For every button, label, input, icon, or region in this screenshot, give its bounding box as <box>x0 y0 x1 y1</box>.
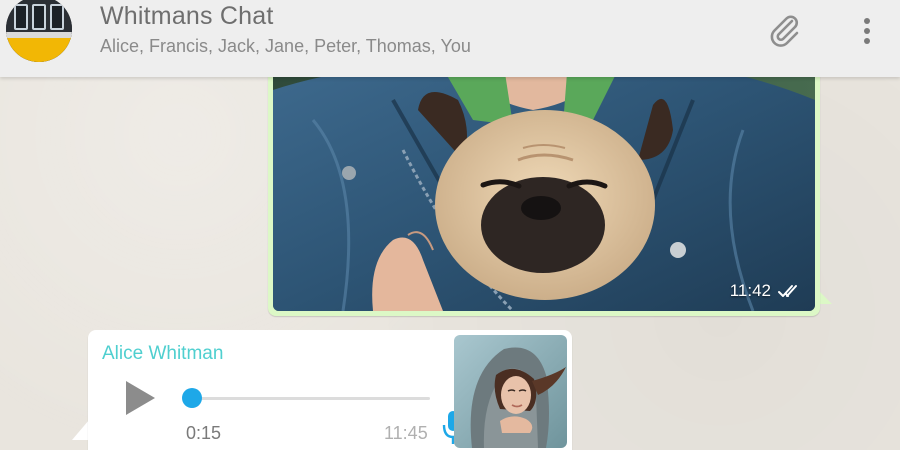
message-time: 11:45 <box>384 423 428 443</box>
outgoing-image-message[interactable]: 11:42 <box>268 60 820 316</box>
incoming-bubble-tail <box>72 420 89 440</box>
bus-window-group-avatar <box>6 0 72 62</box>
voice-duration: 0:15 <box>186 423 222 443</box>
play-icon <box>126 381 155 415</box>
paperclip-icon <box>770 15 799 47</box>
shared-photo[interactable]: 11:42 <box>273 60 815 311</box>
pug-photo-image <box>273 60 815 311</box>
outgoing-message-meta: 11:42 <box>730 281 803 301</box>
chat-title[interactable]: Whitmans Chat <box>100 2 274 31</box>
sender-avatar[interactable] <box>454 335 567 448</box>
audio-progress-handle[interactable] <box>182 388 202 408</box>
group-avatar[interactable] <box>6 0 72 62</box>
participants-list[interactable]: Alice, Francis, Jack, Jane, Peter, Thoma… <box>100 36 471 57</box>
play-button[interactable] <box>122 380 158 416</box>
outgoing-bubble-tail <box>818 290 832 304</box>
woman-in-hood-photo <box>454 335 567 448</box>
more-options-button[interactable] <box>850 8 884 54</box>
double-check-icon <box>778 285 797 297</box>
attach-button[interactable] <box>762 8 808 54</box>
sender-name[interactable]: Alice Whitman <box>102 343 223 365</box>
message-time: 11:42 <box>729 281 771 300</box>
incoming-voice-message[interactable]: Alice Whitman 0:15 11:45 <box>88 330 572 450</box>
more-vertical-icon <box>864 18 870 44</box>
chat-header: Whitmans Chat Alice, Francis, Jack, Jane… <box>0 0 900 77</box>
audio-progress-track[interactable] <box>182 388 430 408</box>
